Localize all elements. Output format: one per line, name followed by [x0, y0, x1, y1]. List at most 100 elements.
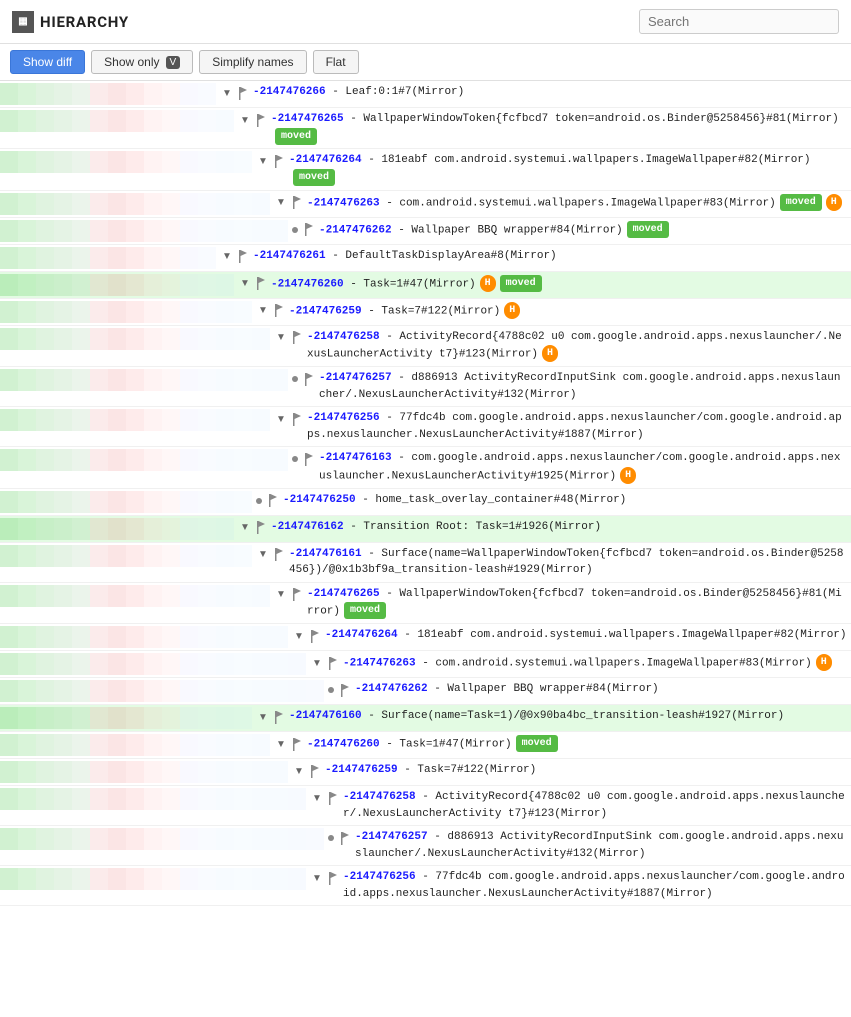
tree-row[interactable]: -2147476260 - Task=1#47(Mirror)moved: [0, 732, 851, 759]
tree-toggle[interactable]: [220, 250, 234, 264]
tree-toggle[interactable]: [274, 196, 288, 210]
node-text: -2147476250 - home_task_overlay_containe…: [283, 492, 847, 509]
tree-row[interactable]: -2147476256 - 77fdc4b com.google.android…: [0, 866, 851, 906]
indent-col: [36, 274, 54, 296]
tree-row[interactable]: -2147476260 - Task=1#47(Mirror)Hmoved: [0, 272, 851, 299]
tree-toggle[interactable]: [310, 791, 324, 805]
indent-columns: [0, 193, 270, 215]
tree-toggle[interactable]: [238, 113, 252, 127]
indent-col: [90, 626, 108, 648]
indent-col: [162, 545, 180, 567]
tree-toggle[interactable]: [292, 629, 306, 643]
indent-columns: [0, 449, 288, 471]
tree-row[interactable]: -2147476257 - d886913 ActivityRecordInpu…: [0, 367, 851, 407]
indent-col: [126, 449, 144, 471]
tree-toggle[interactable]: [256, 548, 270, 562]
node-text: -2147476259 - Task=7#122(Mirror): [325, 762, 847, 779]
indent-col: [198, 585, 216, 607]
tree-toggle[interactable]: [256, 154, 270, 168]
indent-col: [90, 828, 108, 850]
tree-row[interactable]: -2147476258 - ActivityRecord{4788c02 u0 …: [0, 786, 851, 826]
show-diff-button[interactable]: Show diff: [10, 50, 85, 74]
row-content: -2147476263 - com.android.systemui.wallp…: [270, 193, 851, 213]
tree-toggle[interactable]: [292, 764, 306, 778]
tree-row[interactable]: -2147476257 - d886913 ActivityRecordInpu…: [0, 826, 851, 866]
row-content: -2147476259 - Task=7#122(Mirror)H: [252, 301, 851, 321]
node-text: -2147476265 - WallpaperWindowToken{fcfbc…: [271, 111, 847, 145]
tree-toggle[interactable]: [274, 588, 288, 602]
node-id: -2147476256: [343, 871, 416, 883]
node-id: -2147476265: [271, 113, 344, 125]
indent-col: [126, 545, 144, 567]
tree-toggle[interactable]: [238, 521, 252, 535]
tree-toggle[interactable]: [310, 656, 324, 670]
indent-col: [198, 734, 216, 756]
node-text: -2147476262 - Wallpaper BBQ wrapper#84(M…: [355, 681, 847, 698]
node-id: -2147476259: [325, 764, 398, 776]
tree-row[interactable]: -2147476265 - WallpaperWindowToken{fcfbc…: [0, 583, 851, 624]
tree-toggle[interactable]: [274, 412, 288, 426]
node-text: -2147476257 - d886913 ActivityRecordInpu…: [319, 370, 847, 403]
tree-row[interactable]: -2147476160 - Surface(name=Task=1)/@0x90…: [0, 705, 851, 732]
search-input[interactable]: [639, 9, 839, 34]
tree-row[interactable]: -2147476259 - Task=7#122(Mirror)H: [0, 299, 851, 326]
tree-row[interactable]: -2147476261 - DefaultTaskDisplayArea#8(M…: [0, 245, 851, 272]
tree-row[interactable]: -2147476263 - com.android.systemui.wallp…: [0, 651, 851, 678]
indent-col: [180, 585, 198, 607]
node-id: -2147476266: [253, 86, 326, 98]
node-icon: [326, 656, 340, 670]
show-only-button[interactable]: Show only V: [91, 50, 193, 74]
toolbar: Show diff Show only V Simplify names Fla…: [0, 44, 851, 81]
tree-toggle[interactable]: [238, 277, 252, 291]
indent-col: [216, 328, 234, 350]
tree-row[interactable]: -2147476264 - 181eabf com.android.system…: [0, 149, 851, 190]
tree-row[interactable]: -2147476262 - Wallpaper BBQ wrapper#84(M…: [0, 678, 851, 705]
indent-col: [108, 247, 126, 269]
indent-col: [36, 220, 54, 242]
indent-col: [108, 369, 126, 391]
tree-row[interactable]: -2147476264 - 181eabf com.android.system…: [0, 624, 851, 651]
tree-row[interactable]: -2147476256 - 77fdc4b com.google.android…: [0, 407, 851, 447]
indent-col: [18, 868, 36, 890]
show-only-badge: V: [166, 56, 181, 69]
tree-toggle[interactable]: [274, 331, 288, 345]
indent-col: [180, 518, 198, 540]
indent-col: [252, 449, 270, 471]
tree-row[interactable]: -2147476266 - Leaf:0:1#7(Mirror): [0, 81, 851, 108]
indent-col: [216, 220, 234, 242]
tree-row[interactable]: -2147476163 - com.google.android.apps.ne…: [0, 447, 851, 488]
tree-row[interactable]: -2147476161 - Surface(name=WallpaperWind…: [0, 543, 851, 583]
tree-row[interactable]: -2147476259 - Task=7#122(Mirror): [0, 759, 851, 786]
indent-col: [90, 369, 108, 391]
row-content: -2147476263 - com.android.systemui.wallp…: [306, 653, 851, 673]
node-icon: [290, 588, 304, 602]
indent-col: [144, 868, 162, 890]
indent-col: [144, 707, 162, 729]
node-text: -2147476263 - com.android.systemui.wallp…: [307, 194, 847, 212]
tree-toggle[interactable]: [310, 871, 324, 885]
flat-button[interactable]: Flat: [313, 50, 359, 74]
indent-col: [54, 761, 72, 783]
tree-toggle[interactable]: [274, 737, 288, 751]
indent-col: [36, 707, 54, 729]
tree-row[interactable]: -2147476263 - com.android.systemui.wallp…: [0, 191, 851, 218]
tree-row[interactable]: -2147476265 - WallpaperWindowToken{fcfbc…: [0, 108, 851, 149]
indent-col: [144, 545, 162, 567]
node-tag-h: H: [816, 654, 832, 671]
indent-col: [144, 680, 162, 702]
indent-col: [162, 151, 180, 173]
tree-toggle[interactable]: [256, 304, 270, 318]
tree-toggle[interactable]: [256, 710, 270, 724]
indent-col: [108, 328, 126, 350]
tree-row[interactable]: -2147476262 - Wallpaper BBQ wrapper#84(M…: [0, 218, 851, 245]
simplify-names-button[interactable]: Simplify names: [199, 50, 306, 74]
indent-columns: [0, 301, 252, 323]
node-id: -2147476264: [289, 154, 362, 166]
row-content: -2147476160 - Surface(name=Task=1)/@0x90…: [252, 707, 851, 726]
tree-toggle[interactable]: [220, 86, 234, 100]
tree-row[interactable]: -2147476162 - Transition Root: Task=1#19…: [0, 516, 851, 543]
indent-col: [234, 653, 252, 675]
indent-col: [0, 761, 18, 783]
tree-row[interactable]: -2147476258 - ActivityRecord{4788c02 u0 …: [0, 326, 851, 367]
tree-row[interactable]: -2147476250 - home_task_overlay_containe…: [0, 489, 851, 516]
